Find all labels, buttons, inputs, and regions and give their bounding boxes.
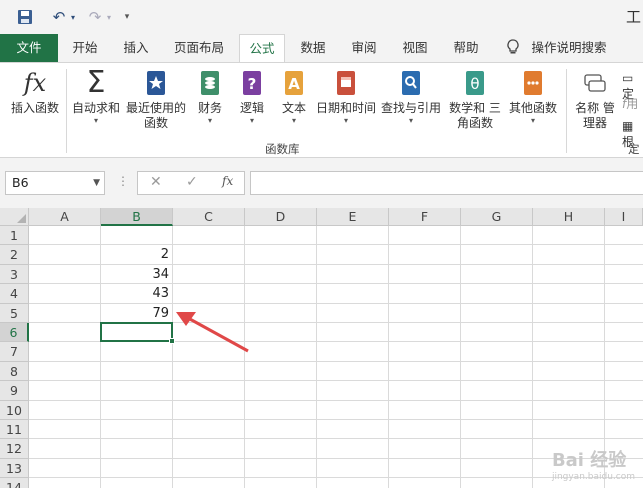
tab-insert[interactable]: 插入 bbox=[114, 34, 158, 62]
name-tags-icon bbox=[581, 69, 609, 97]
tab-formulas[interactable]: 公式 bbox=[239, 34, 285, 63]
tab-help[interactable]: 帮助 bbox=[444, 34, 488, 62]
chevron-down-icon[interactable]: ▼ bbox=[93, 172, 100, 194]
more-functions-button[interactable]: 其他函数 ▾ bbox=[506, 69, 560, 126]
chevron-down-icon: ▾ bbox=[249, 116, 254, 125]
use-in-formula-item[interactable]: f用 bbox=[622, 95, 638, 112]
name-box[interactable]: B6 ▼ bbox=[5, 171, 105, 195]
arrow-shaft bbox=[187, 316, 249, 353]
lightbulb-icon bbox=[506, 39, 520, 59]
chevron-down-icon: ▾ bbox=[291, 116, 296, 125]
autosum-button[interactable]: Σ 自动求和 ▾ bbox=[70, 65, 122, 126]
quick-access-toolbar: ↶ ▾ ↷ ▾ ▾ 工 bbox=[0, 0, 643, 34]
lookup-reference-label: 查找与引用 bbox=[380, 101, 441, 115]
enter-check-icon[interactable]: ✓ bbox=[186, 174, 198, 190]
redo-dropdown-icon[interactable]: ▾ bbox=[104, 7, 114, 27]
watermark-text: Bai 经验 bbox=[551, 450, 627, 471]
undo-dropdown-icon[interactable]: ▾ bbox=[68, 7, 78, 27]
svg-text:A: A bbox=[288, 75, 300, 93]
insert-function-label: 插入函数 bbox=[10, 101, 59, 115]
ribbon-tabs: 文件 开始 插入 页面布局 公式 数据 审阅 视图 帮助 操作说明搜索 bbox=[0, 34, 643, 63]
lookup-reference-button[interactable]: 查找与引用 ▾ bbox=[380, 69, 442, 126]
tab-view[interactable]: 视图 bbox=[394, 34, 436, 62]
arrow-head bbox=[176, 312, 196, 326]
svg-text:θ: θ bbox=[470, 75, 479, 93]
svg-text:?: ? bbox=[248, 75, 257, 93]
name-manager-label: 名称 bbox=[575, 101, 600, 115]
autosum-label: 自动求和 bbox=[71, 101, 120, 115]
group-label-function-library: 函数库 bbox=[265, 142, 300, 156]
star-book-icon bbox=[142, 69, 170, 97]
chevron-down-icon: ▾ bbox=[530, 116, 535, 125]
recently-used-label: 最近使用的 bbox=[125, 101, 186, 115]
more-functions-label: 其他函数 bbox=[508, 101, 557, 115]
customize-qat-icon[interactable]: ▾ bbox=[120, 7, 134, 27]
calendar-book-icon bbox=[332, 69, 360, 97]
tab-home[interactable]: 开始 bbox=[62, 34, 108, 62]
redo-icon[interactable]: ↷ bbox=[84, 7, 106, 27]
formula-bar-grip-icon[interactable]: ⋮ bbox=[117, 174, 129, 188]
coins-book-icon bbox=[196, 69, 224, 97]
financial-button[interactable]: 财务 ▾ bbox=[192, 69, 228, 126]
cancel-icon[interactable]: ✕ bbox=[150, 174, 162, 190]
tell-me-search[interactable]: 操作说明搜索 bbox=[528, 34, 610, 62]
name-manager-button[interactable]: 名称 管理器 bbox=[572, 69, 618, 131]
grid-small-icon: ▦ bbox=[622, 119, 634, 133]
formula-bar: B6 ▼ ⋮ ✕ ✓ fx bbox=[0, 158, 643, 208]
magnifier-book-icon bbox=[397, 69, 425, 97]
recently-used-button[interactable]: 最近使用的 函数 bbox=[124, 69, 188, 131]
insert-function-button[interactable]: fx 插入函数 bbox=[6, 69, 64, 116]
chevron-down-icon: ▾ bbox=[343, 116, 348, 125]
math-trig-label: 数学和 bbox=[449, 101, 486, 115]
watermark-url: jingyan.baidu.com bbox=[551, 472, 635, 482]
group-label-defined-names: 定 bbox=[628, 142, 640, 156]
more-dots-book-icon bbox=[519, 69, 547, 97]
theta-book-icon: θ bbox=[461, 69, 489, 97]
ribbon-formulas: fx 插入函数 Σ 自动求和 ▾ 最近使用的 函数 财务 ▾ ? 逻辑 ▾ A … bbox=[0, 62, 643, 158]
watermark: Bai 经验 jingyan.baidu.com bbox=[552, 446, 635, 482]
math-trig-button[interactable]: θ 数学和 三角函数 bbox=[444, 69, 506, 131]
date-time-label: 日期和时间 bbox=[315, 101, 376, 115]
tab-file[interactable]: 文件 bbox=[0, 34, 58, 62]
question-book-icon: ? bbox=[238, 69, 266, 97]
formula-input[interactable] bbox=[250, 171, 643, 195]
save-icon[interactable] bbox=[14, 7, 36, 27]
name-box-value: B6 bbox=[12, 175, 29, 190]
chevron-down-icon: ▾ bbox=[408, 116, 413, 125]
undo-icon[interactable]: ↶ bbox=[48, 7, 70, 27]
text-functions-label: 文本 bbox=[281, 101, 306, 115]
tab-data[interactable]: 数据 bbox=[292, 34, 334, 62]
tag-icon: ▭ bbox=[622, 71, 634, 85]
text-a-book-icon: A bbox=[280, 69, 308, 97]
recently-used-label-2: 函数 bbox=[143, 116, 168, 130]
annotation-arrow bbox=[176, 312, 249, 353]
ribbon-separator bbox=[66, 69, 67, 153]
chevron-down-icon: ▾ bbox=[93, 116, 98, 125]
fx-icon: fx bbox=[23, 69, 47, 97]
window-title-fragment: 工 bbox=[625, 8, 641, 26]
tab-page-layout[interactable]: 页面布局 bbox=[166, 34, 232, 62]
logical-button[interactable]: ? 逻辑 ▾ bbox=[234, 69, 270, 126]
formula-bar-buttons: ✕ ✓ fx bbox=[137, 171, 245, 195]
sigma-icon: Σ bbox=[86, 65, 106, 100]
financial-label: 财务 bbox=[197, 101, 222, 115]
date-time-button[interactable]: 日期和时间 ▾ bbox=[314, 69, 378, 126]
chevron-down-icon: ▾ bbox=[207, 116, 212, 125]
tab-review[interactable]: 审阅 bbox=[342, 34, 386, 62]
use-in-formula-label: 用 bbox=[626, 97, 639, 111]
text-functions-button[interactable]: A 文本 ▾ bbox=[276, 69, 312, 126]
worksheet-grid[interactable]: A B C D E F G H I 1 2 3 4 5 6 7 8 9 10 11 12 13 14 2 34 43 79 Bai 经… bbox=[0, 208, 643, 488]
logical-label: 逻辑 bbox=[239, 101, 264, 115]
insert-function-fx-icon[interactable]: fx bbox=[222, 174, 233, 188]
ribbon-separator bbox=[566, 69, 567, 153]
